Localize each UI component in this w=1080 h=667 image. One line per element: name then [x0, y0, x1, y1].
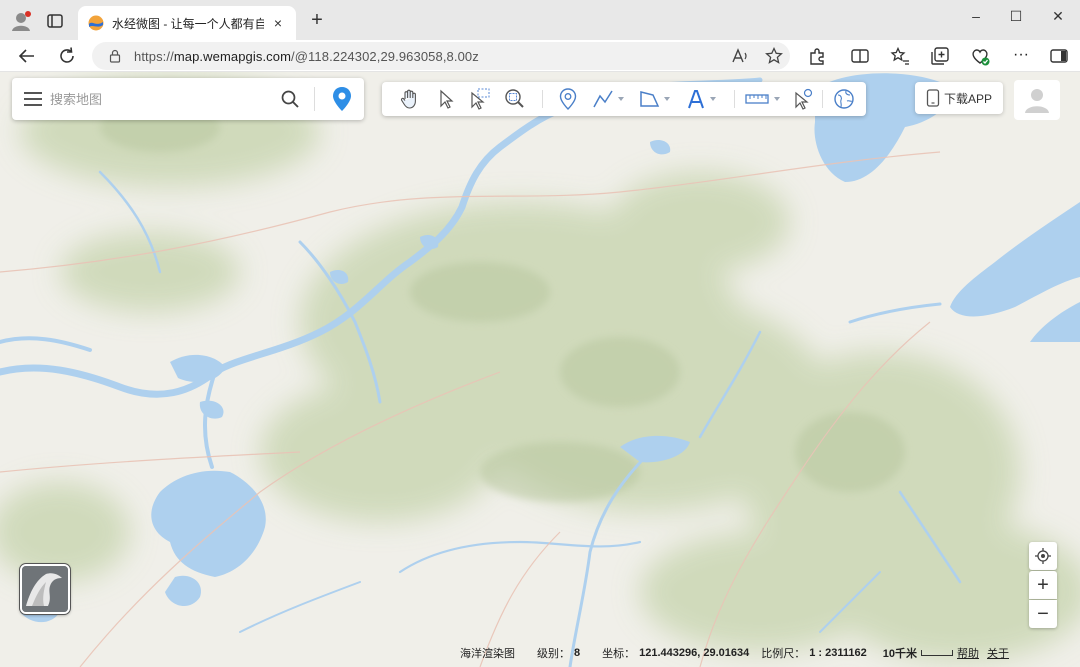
extensions-icon[interactable] — [806, 45, 828, 67]
layer-name: 海洋渲染图 — [460, 648, 515, 660]
browser-essentials-icon[interactable] — [969, 45, 991, 67]
more-menu-icon[interactable]: ··· — [1010, 45, 1032, 67]
search-input[interactable] — [50, 91, 270, 107]
browser-tab-strip: 水经微图 - 让每一个人都有自己的 × + – ☐ ✕ — [0, 0, 1080, 40]
address-bar[interactable]: https://map.wemapgis.com/@118.224302,29.… — [92, 42, 790, 70]
collections-icon[interactable] — [929, 45, 951, 67]
user-icon — [1025, 89, 1049, 113]
pan-tool[interactable] — [398, 87, 422, 111]
search-divider — [314, 87, 315, 111]
select-box-icon — [471, 88, 490, 110]
zoom-out-button[interactable]: − — [1029, 600, 1057, 628]
sidebar-toggle-icon[interactable] — [1048, 45, 1070, 67]
back-icon[interactable] — [16, 45, 38, 67]
search-panel — [12, 78, 364, 120]
scale-bar — [921, 650, 953, 656]
coord-value: 121.443296, 29.01634 — [639, 647, 750, 659]
ruler-icon — [745, 94, 769, 104]
map-terrain-background — [0, 72, 1080, 667]
minimize-button[interactable]: – — [962, 8, 990, 30]
identify-tool[interactable] — [792, 87, 814, 111]
polygon-caret-icon — [664, 97, 670, 101]
polygon-tool[interactable] — [638, 87, 670, 111]
scale-value: 1 : 2311162 — [809, 647, 867, 659]
search-icon[interactable] — [280, 89, 300, 109]
scale-bar-label: 10千米 — [882, 648, 917, 660]
url-text: https://map.wemapgis.com/@118.224302,29.… — [134, 48, 479, 64]
zoom-in-button[interactable]: + — [1029, 571, 1057, 599]
identify-icon — [795, 88, 813, 110]
download-app-button[interactable]: 下载APP — [915, 82, 1003, 114]
text-caret-icon — [710, 97, 716, 101]
browser-tab[interactable]: 水经微图 - 让每一个人都有自己的 × — [78, 6, 296, 40]
polyline-icon — [593, 90, 613, 108]
globe-tool[interactable] — [832, 87, 856, 111]
text-tool[interactable] — [686, 87, 716, 111]
new-tab-button[interactable]: + — [306, 10, 328, 32]
polygon-icon — [640, 91, 660, 107]
polyline-tool[interactable] — [592, 87, 624, 111]
site-favicon-icon — [88, 15, 104, 31]
pointer-icon — [440, 89, 454, 109]
lock-icon[interactable] — [108, 49, 122, 63]
map-status-bar: 海洋渲染图 级别： 8 坐标： 121.443296, 29.01634 比例尺… — [460, 642, 1080, 664]
text-icon — [688, 90, 704, 109]
scale-label: 比例尺： — [761, 648, 806, 660]
close-window-button[interactable]: ✕ — [1044, 8, 1072, 30]
refresh-icon[interactable] — [56, 45, 78, 67]
split-screen-icon[interactable] — [849, 45, 871, 67]
polyline-caret-icon — [618, 97, 624, 101]
browser-toolbar: https://map.wemapgis.com/@118.224302,29.… — [0, 40, 1080, 72]
phone-icon — [926, 89, 940, 107]
hand-icon — [400, 89, 416, 109]
locate-me-button[interactable] — [1029, 542, 1057, 570]
crosshair-icon — [1035, 548, 1051, 564]
location-pin-icon[interactable] — [331, 86, 353, 112]
about-link[interactable]: 关于 — [987, 645, 1009, 661]
menu-icon[interactable] — [24, 92, 42, 106]
download-app-label: 下载APP — [943, 91, 992, 106]
basemap-switcher[interactable] — [20, 564, 70, 614]
favorite-star-icon[interactable] — [764, 46, 784, 66]
tab-close-icon[interactable]: × — [270, 15, 286, 31]
toolbar-divider — [542, 90, 543, 108]
level-label: 级别： — [537, 648, 570, 660]
read-aloud-icon[interactable] — [730, 46, 750, 66]
toolbar-divider — [734, 90, 735, 108]
map-toolbar — [382, 82, 866, 116]
tab-title: 水经微图 - 让每一个人都有自己的 — [112, 16, 264, 31]
ruler-caret-icon — [774, 97, 780, 101]
coord-label: 坐标： — [602, 648, 636, 660]
marker-tool[interactable] — [557, 87, 579, 111]
tab-actions-icon[interactable] — [44, 10, 66, 32]
select-tool[interactable] — [436, 87, 456, 111]
user-avatar[interactable] — [1014, 80, 1060, 120]
terrain-layer-icon — [22, 566, 68, 612]
maximize-button[interactable]: ☐ — [1002, 8, 1030, 30]
pin-icon — [559, 88, 577, 110]
map-canvas[interactable]: 下载APP + − 海洋渲染图 级别： 8 坐标： 121.443296, 29… — [0, 72, 1080, 667]
toolbar-divider — [822, 90, 823, 108]
profile-icon[interactable] — [10, 10, 32, 32]
favorites-icon[interactable] — [889, 45, 911, 67]
level-value: 8 — [574, 647, 581, 659]
zoom-area-tool[interactable] — [502, 87, 526, 111]
help-link[interactable]: 帮助 — [957, 645, 979, 661]
measure-tool[interactable] — [744, 87, 780, 111]
globe-icon — [834, 89, 854, 109]
zoom-area-icon — [505, 89, 524, 108]
box-select-tool[interactable] — [468, 87, 492, 111]
